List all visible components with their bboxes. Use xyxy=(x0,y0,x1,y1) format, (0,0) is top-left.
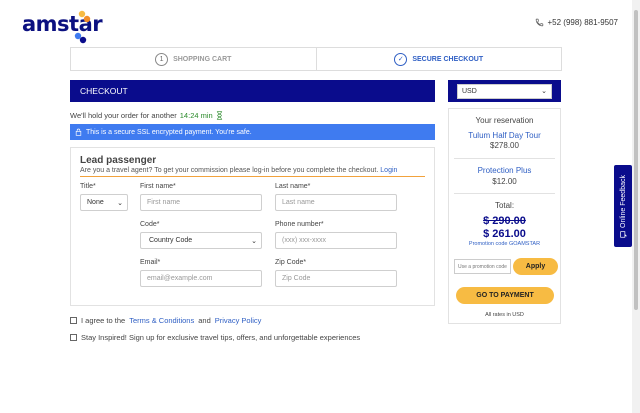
first-name-input[interactable]: First name xyxy=(140,194,262,211)
zip-label: Zip Code* xyxy=(275,259,307,266)
original-total: $ 290.00 xyxy=(483,215,526,227)
terms-link[interactable]: Terms & Conditions xyxy=(129,316,194,325)
feedback-label: Online Feedback xyxy=(619,174,627,228)
promo-code-input[interactable]: Use a promotion code xyxy=(454,259,511,274)
login-link[interactable]: Login xyxy=(380,167,397,174)
email-placeholder: email@example.com xyxy=(147,275,213,282)
feedback-icon xyxy=(619,230,627,238)
phone-placeholder: (xxx) xxx-xxxx xyxy=(282,237,326,244)
tour-price: $278.00 xyxy=(490,141,519,150)
zip-placeholder: Zip Code xyxy=(282,275,311,282)
promo-prefix: Promotion code xyxy=(468,241,508,247)
newsletter-text: Stay Inspired! Sign up for exclusive tra… xyxy=(81,333,361,342)
scrollbar-thumb[interactable] xyxy=(634,10,638,310)
tour-name[interactable]: Tulum Half Day Tour xyxy=(449,131,560,140)
header-phone[interactable]: +52 (998) 881-9507 xyxy=(535,18,619,27)
checkmark-icon: ✓ xyxy=(394,52,408,66)
terms-consent: I agree to the Terms & Conditions and Pr… xyxy=(70,316,261,325)
logo-dots-icon xyxy=(74,10,91,44)
travel-agent-note: Are you a travel agent? To get your comm… xyxy=(80,167,425,177)
code-label: Code* xyxy=(140,221,160,228)
newsletter-consent: Stay Inspired! Sign up for exclusive tra… xyxy=(70,333,360,342)
checkout-title: CHECKOUT xyxy=(80,86,128,96)
last-name-label: Last name* xyxy=(275,183,311,190)
chevron-down-icon: ⌄ xyxy=(251,237,257,245)
chevron-down-icon: ⌄ xyxy=(541,88,547,95)
terms-prefix: I agree to the xyxy=(81,316,126,325)
privacy-link[interactable]: Privacy Policy xyxy=(215,316,262,325)
ssl-text: This is a secure SSL encrypted payment. … xyxy=(86,128,252,136)
last-name-input[interactable]: Last name xyxy=(275,194,397,211)
protection-name[interactable]: Protection Plus xyxy=(449,166,560,175)
reservation-summary: Your reservation Tulum Half Day Tour $27… xyxy=(448,108,561,324)
currency-value: USD xyxy=(462,87,477,95)
email-input[interactable]: email@example.com xyxy=(140,270,262,287)
discounted-total: $ 261.00 xyxy=(483,228,526,240)
hold-time: 14:24 min xyxy=(179,111,213,120)
lock-icon xyxy=(75,128,82,136)
step-shopping-cart[interactable]: 1 SHOPPING CART xyxy=(71,48,316,70)
phone-icon xyxy=(535,18,543,27)
reservation-title: Your reservation xyxy=(475,116,534,125)
newsletter-checkbox[interactable] xyxy=(70,334,77,341)
step-label: SHOPPING CART xyxy=(173,55,232,63)
lead-title: Lead passenger xyxy=(80,155,157,166)
checkout-steps: 1 SHOPPING CART ✓ SECURE CHECKOUT xyxy=(70,47,562,71)
page-scrollbar[interactable] xyxy=(632,0,640,413)
title-label: Title* xyxy=(80,183,96,190)
hold-timer: We'll hold your order for another 14:24 … xyxy=(70,111,223,120)
last-name-placeholder: Last name xyxy=(282,199,315,206)
terms-checkbox[interactable] xyxy=(70,317,77,324)
phone-number: +52 (998) 881-9507 xyxy=(547,18,619,27)
first-name-label: First name* xyxy=(140,183,176,190)
apply-button[interactable]: Apply xyxy=(513,258,558,275)
step-secure-checkout[interactable]: ✓ SECURE CHECKOUT xyxy=(315,48,562,70)
email-label: Email* xyxy=(140,259,161,266)
total-label: Total: xyxy=(494,201,515,210)
rates-note: All rates in USD xyxy=(485,312,524,318)
zip-input[interactable]: Zip Code xyxy=(275,270,397,287)
lead-passenger-form: Lead passenger Are you a travel agent? T… xyxy=(70,147,435,306)
promo-placeholder: Use a promotion code xyxy=(458,263,507,270)
promo-code: GOAMSTAR xyxy=(508,241,541,247)
country-code-select[interactable]: Country Code ⌄ xyxy=(140,232,262,249)
chevron-down-icon: ⌄ xyxy=(117,199,123,207)
first-name-placeholder: First name xyxy=(147,199,181,206)
go-to-payment-button[interactable]: GO TO PAYMENT xyxy=(456,287,554,304)
agent-text: Are you a travel agent? To get your comm… xyxy=(80,167,379,174)
currency-select[interactable]: USD ⌄ xyxy=(457,83,552,99)
promo-applied-note: Promotion code GOAMSTAR xyxy=(449,241,560,247)
online-feedback-tab[interactable]: Online Feedback xyxy=(614,165,632,247)
title-value: None xyxy=(87,199,104,206)
step-number: 1 xyxy=(155,52,169,66)
checkout-header: CHECKOUT xyxy=(70,80,435,102)
hold-text: We'll hold your order for another xyxy=(70,111,177,120)
amstar-logo[interactable]: amstar xyxy=(22,5,103,45)
title-select[interactable]: None ⌄ xyxy=(80,194,128,211)
protection-price: $12.00 xyxy=(492,177,517,186)
hourglass-icon xyxy=(216,111,222,120)
terms-and: and xyxy=(198,316,211,325)
ssl-notice: This is a secure SSL encrypted payment. … xyxy=(70,124,435,140)
divider xyxy=(454,193,555,194)
phone-input[interactable]: (xxx) xxx-xxxx xyxy=(275,232,397,249)
step-label: SECURE CHECKOUT xyxy=(412,55,484,63)
divider xyxy=(454,158,555,159)
country-code-value: Country Code xyxy=(149,237,193,244)
currency-bar: USD ⌄ xyxy=(448,80,561,102)
phone-label: Phone number* xyxy=(275,221,324,228)
